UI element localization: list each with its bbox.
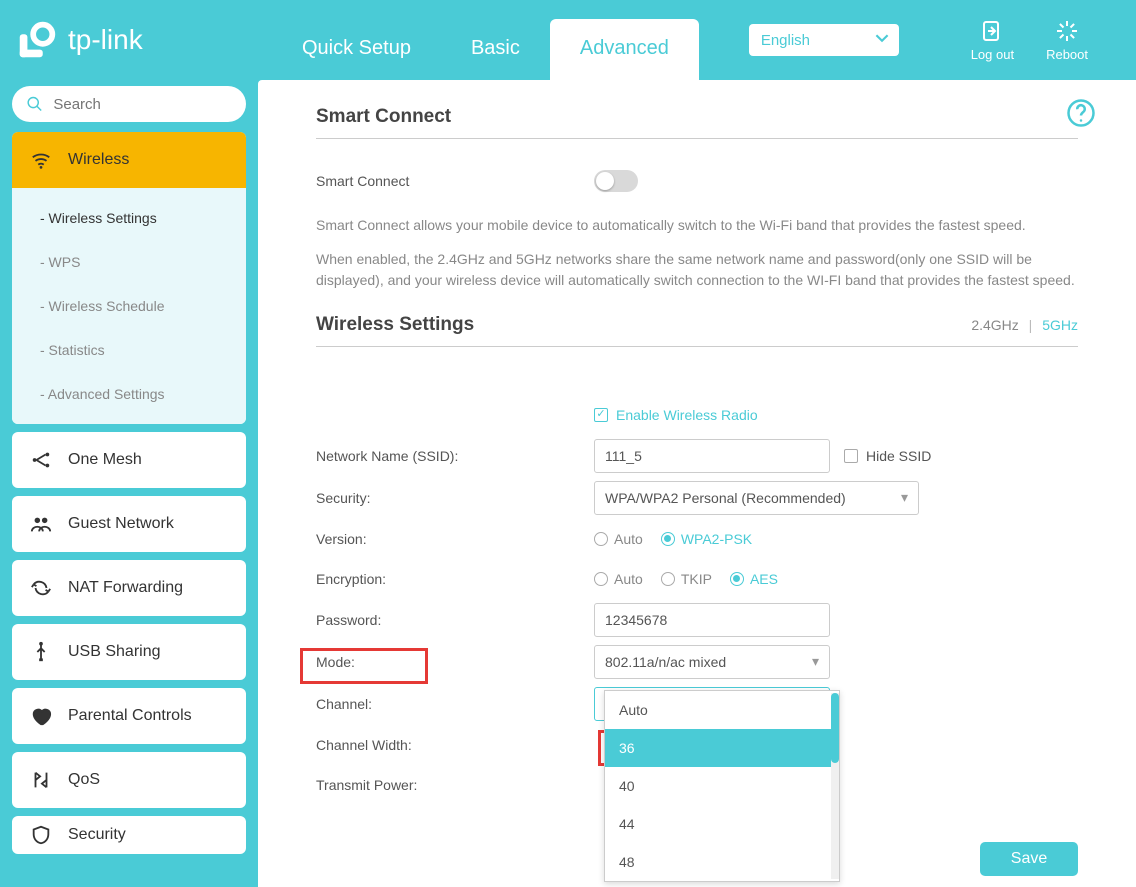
security-select[interactable]: WPA/WPA2 Personal (Recommended) ▾	[594, 481, 919, 515]
security-label: Security:	[316, 490, 594, 506]
sidebar-item-guest[interactable]: Guest Network	[12, 496, 246, 552]
version-wpa2psk-radio[interactable]: WPA2-PSK	[661, 531, 752, 547]
chevron-down-icon: ▾	[812, 653, 819, 670]
encryption-label: Encryption:	[316, 571, 594, 587]
sidebar-item-parental[interactable]: Parental Controls	[12, 688, 246, 744]
chevron-down-icon: ▾	[901, 489, 908, 506]
language-select[interactable]: English	[749, 24, 899, 56]
hide-ssid-checkbox[interactable]	[844, 449, 858, 463]
tab-basic[interactable]: Basic	[441, 19, 550, 80]
sidebar-sub-statistics[interactable]: - Statistics	[12, 328, 246, 372]
sidebar-item-usb[interactable]: USB Sharing	[12, 624, 246, 680]
sidebar-item-onemesh[interactable]: One Mesh	[12, 432, 246, 488]
sidebar-sub-wps[interactable]: - WPS	[12, 240, 246, 284]
mesh-icon	[30, 449, 52, 471]
ssid-label: Network Name (SSID):	[316, 448, 594, 464]
channel-width-label: Channel Width:	[316, 737, 594, 753]
wifi-icon	[30, 149, 52, 171]
search-input[interactable]	[53, 96, 232, 113]
hide-ssid-label: Hide SSID	[866, 448, 931, 464]
channel-option-44[interactable]: 44	[605, 805, 839, 843]
smart-connect-title: Smart Connect	[316, 106, 1078, 139]
chevron-down-icon	[875, 31, 889, 49]
version-label: Version:	[316, 531, 594, 547]
tab-quick-setup[interactable]: Quick Setup	[272, 19, 441, 80]
qos-icon	[30, 769, 52, 791]
encryption-auto-radio[interactable]: Auto	[594, 571, 643, 587]
sidebar-item-wireless[interactable]: Wireless	[12, 132, 246, 188]
version-auto-radio[interactable]: Auto	[594, 531, 643, 547]
password-input[interactable]	[594, 603, 830, 637]
save-button[interactable]: Save	[980, 842, 1078, 876]
tab-advanced[interactable]: Advanced	[550, 19, 699, 80]
sidebar-item-security[interactable]: Security	[12, 816, 246, 854]
reboot-button[interactable]: Reboot	[1046, 19, 1088, 62]
enable-radio-label: Enable Wireless Radio	[616, 407, 758, 423]
usb-icon	[30, 641, 52, 663]
sidebar: Wireless - Wireless Settings - WPS - Wir…	[0, 80, 258, 887]
sidebar-sub-wireless-settings[interactable]: - Wireless Settings	[12, 196, 246, 240]
parental-icon	[30, 705, 52, 727]
brand-text: tp-link	[68, 24, 143, 56]
logout-icon	[980, 19, 1004, 43]
shield-icon	[30, 824, 52, 846]
smart-connect-desc2: When enabled, the 2.4GHz and 5GHz networ…	[316, 249, 1078, 290]
channel-option-36[interactable]: 36	[605, 729, 839, 767]
dropdown-scrollbar-thumb[interactable]	[831, 693, 839, 763]
mode-label: Mode:	[316, 654, 594, 670]
channel-option-40[interactable]: 40	[605, 767, 839, 805]
sidebar-item-nat[interactable]: NAT Forwarding	[12, 560, 246, 616]
nat-icon	[30, 577, 52, 599]
help-button[interactable]	[1066, 98, 1096, 128]
enable-radio-checkbox[interactable]	[594, 408, 608, 422]
wireless-settings-title: Wireless Settings	[316, 314, 474, 336]
guest-icon	[30, 513, 52, 535]
smart-connect-toggle[interactable]	[594, 170, 638, 192]
sidebar-sub-wireless-schedule[interactable]: - Wireless Schedule	[12, 284, 246, 328]
logo: tp-link	[14, 17, 272, 63]
band-5ghz[interactable]: 5GHz	[1042, 317, 1078, 333]
transmit-power-label: Transmit Power:	[316, 777, 594, 793]
encryption-tkip-radio[interactable]: TKIP	[661, 571, 712, 587]
logout-button[interactable]: Log out	[971, 19, 1014, 62]
sidebar-item-qos[interactable]: QoS	[12, 752, 246, 808]
search-box[interactable]	[12, 86, 246, 122]
password-label: Password:	[316, 612, 594, 628]
reboot-icon	[1055, 19, 1079, 43]
band-24ghz[interactable]: 2.4GHz	[971, 317, 1018, 333]
smart-connect-desc1: Smart Connect allows your mobile device …	[316, 215, 1078, 235]
ssid-input[interactable]	[594, 439, 830, 473]
encryption-aes-radio[interactable]: AES	[730, 571, 778, 587]
channel-option-48[interactable]: 48	[605, 843, 839, 881]
channel-option-auto[interactable]: Auto	[605, 691, 839, 729]
mode-select[interactable]: 802.11a/n/ac mixed ▾	[594, 645, 830, 679]
search-icon	[26, 94, 43, 114]
language-value: English	[761, 32, 810, 49]
smart-connect-label: Smart Connect	[316, 173, 594, 189]
channel-dropdown[interactable]: Auto 36 40 44 48	[604, 690, 840, 882]
channel-label: Channel:	[316, 696, 594, 712]
sidebar-sub-advanced-settings[interactable]: - Advanced Settings	[12, 372, 246, 416]
